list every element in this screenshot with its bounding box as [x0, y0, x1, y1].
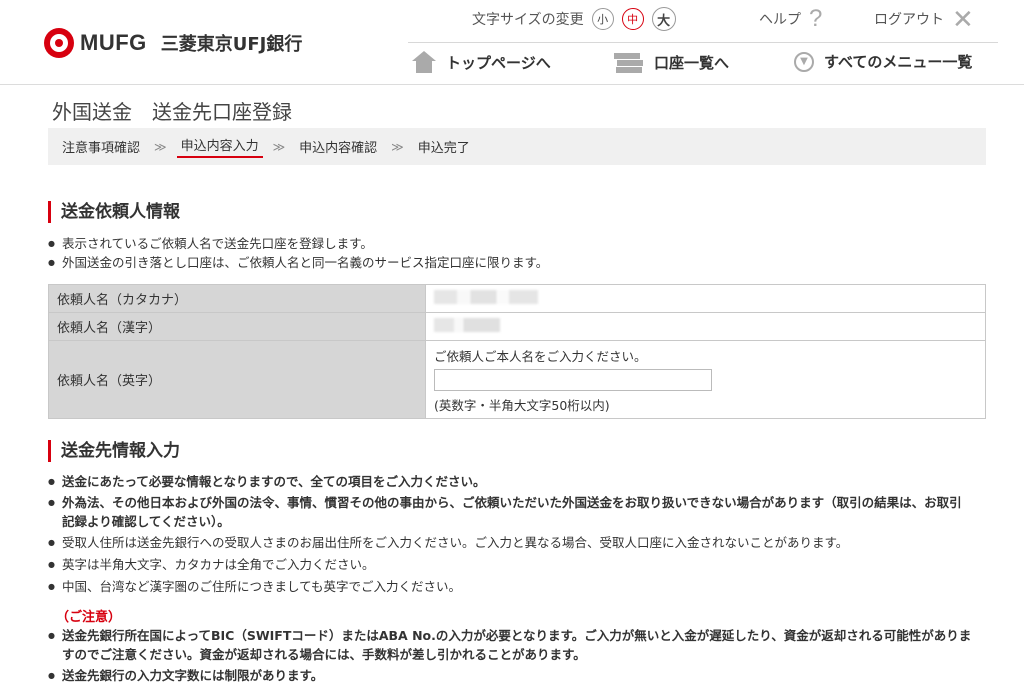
list-item: 送金先銀行所在国によってBIC（SWIFTコード）またはABA No.の入力が必…: [48, 626, 974, 664]
step-input: 申込内容入力: [176, 135, 263, 158]
recipient-required-notes: 送金にあたって必要な情報となりますので、全ての項目をご入力ください。 外為法、そ…: [48, 472, 974, 531]
redacted-text: [434, 289, 538, 304]
font-size-large-button[interactable]: 大: [651, 7, 676, 31]
english-name-prompt: ご依頼人ご本人名をご入力ください。: [434, 348, 647, 364]
nav-accounts[interactable]: 口座一覧へ: [614, 51, 729, 73]
main-nav: トップページへ 口座一覧へ ▼ すべてのメニュー一覧: [408, 42, 998, 83]
question-icon: ?: [809, 5, 823, 32]
kanji-name-label: 依頼人名（漢字）: [48, 312, 426, 341]
page-title: 外国送金 送金先口座登録: [52, 100, 292, 124]
bank-name: 三菱東京UFJ銀行: [160, 34, 303, 55]
kanji-name-value: [425, 312, 986, 341]
kana-name-value: [425, 284, 986, 313]
sender-section-heading: 送金依頼人情報: [48, 201, 180, 223]
step-separator-icon: ≫: [391, 139, 404, 154]
step-complete: 申込完了: [417, 141, 470, 156]
logout-label: ログアウト: [874, 12, 944, 28]
table-row: 依頼人名（英字） ご依頼人ご本人名をご入力ください。 (英数字・半角大文字50桁…: [48, 340, 986, 419]
logout-link[interactable]: ログアウト ✕: [874, 6, 974, 32]
list-item: 英字は半角大文字、カタカナは全角でご入力ください。: [48, 555, 974, 574]
close-icon: ✕: [952, 4, 974, 34]
chevron-down-icon: ▼: [794, 51, 814, 72]
table-row: 依頼人名（漢字）: [48, 312, 986, 341]
sender-info-table: 依頼人名（カタカナ） 依頼人名（漢字） 依頼人名（英字） ご依頼人ご本人名をご入…: [48, 284, 986, 419]
step-notice: 注意事項確認: [62, 141, 141, 156]
font-size-medium-button[interactable]: 中: [621, 8, 644, 30]
mufg-logo-icon: [44, 28, 74, 58]
nav-all-menu[interactable]: ▼ すべてのメニュー一覧: [794, 51, 972, 72]
header: MUFG 三菱東京UFJ銀行 文字サイズの変更 小 中 大 ヘルプ ? ログアウ…: [0, 0, 1024, 85]
brand-name: MUFG: [80, 30, 147, 55]
english-name-note: (英数字・半角大文字50桁以内): [434, 397, 610, 413]
logo[interactable]: MUFG 三菱東京UFJ銀行: [44, 28, 302, 58]
english-name-label: 依頼人名（英字）: [48, 340, 426, 419]
table-row: 依頼人名（カタカナ）: [48, 284, 986, 313]
account-list-icon: [614, 51, 644, 73]
caution-notes: 送金先銀行所在国によってBIC（SWIFTコード）またはABA No.の入力が必…: [48, 626, 974, 685]
nav-top-page[interactable]: トップページへ: [412, 51, 551, 73]
step-separator-icon: ≫: [272, 139, 286, 154]
nav-all-menu-label: すべてのメニュー一覧: [824, 53, 973, 71]
recipient-notes: 受取人住所は送金先銀行への受取人さまのお届出住所をご入力ください。ご入力と異なる…: [48, 533, 974, 596]
font-size-label: 文字サイズの変更: [472, 12, 584, 28]
font-size-small-button[interactable]: 小: [591, 8, 614, 30]
progress-steps: 注意事項確認 ≫ 申込内容入力 ≫ 申込内容確認 ≫ 申込完了: [48, 128, 986, 165]
caution-label: （ご注意）: [56, 610, 122, 625]
list-item: 送金先銀行の入力文字数には制限があります。: [48, 666, 974, 685]
sender-notes: 表示されているご依頼人名で送金先口座を登録します。 外国送金の引き落とし口座は、…: [48, 234, 548, 272]
list-item: 送金にあたって必要な情報となりますので、全ての項目をご入力ください。: [48, 472, 974, 491]
nav-accounts-label: 口座一覧へ: [654, 53, 730, 72]
list-item: 中国、台湾など漢字圏のご住所につきましても英字でご入力ください。: [48, 577, 974, 596]
step-confirm: 申込内容確認: [299, 141, 378, 156]
english-name-input[interactable]: [434, 368, 712, 391]
list-item: 外国送金の引き落とし口座は、ご依頼人名と同一名義のサービス指定口座に限ります。: [48, 253, 548, 272]
english-name-cell: ご依頼人ご本人名をご入力ください。 (英数字・半角大文字50桁以内): [425, 340, 986, 419]
list-item: 表示されているご依頼人名で送金先口座を登録します。: [48, 234, 548, 253]
help-link[interactable]: ヘルプ ?: [759, 5, 822, 33]
step-separator-icon: ≫: [154, 139, 167, 154]
list-item: 受取人住所は送金先銀行への受取人さまのお届出住所をご入力ください。ご入力と異なる…: [48, 533, 974, 552]
help-label: ヘルプ: [759, 12, 801, 28]
list-item: 外為法、その他日本および外国の法令、事情、慣習その他の事由から、ご依頼いただいた…: [48, 493, 974, 531]
utility-bar: 文字サイズの変更 小 中 大 ヘルプ ? ログアウト ✕: [472, 5, 994, 33]
nav-top-page-label: トップページへ: [446, 53, 551, 72]
redacted-text: [434, 317, 500, 332]
home-icon: [412, 51, 436, 73]
kana-name-label: 依頼人名（カタカナ）: [48, 284, 426, 313]
recipient-section-heading: 送金先情報入力: [48, 440, 180, 462]
